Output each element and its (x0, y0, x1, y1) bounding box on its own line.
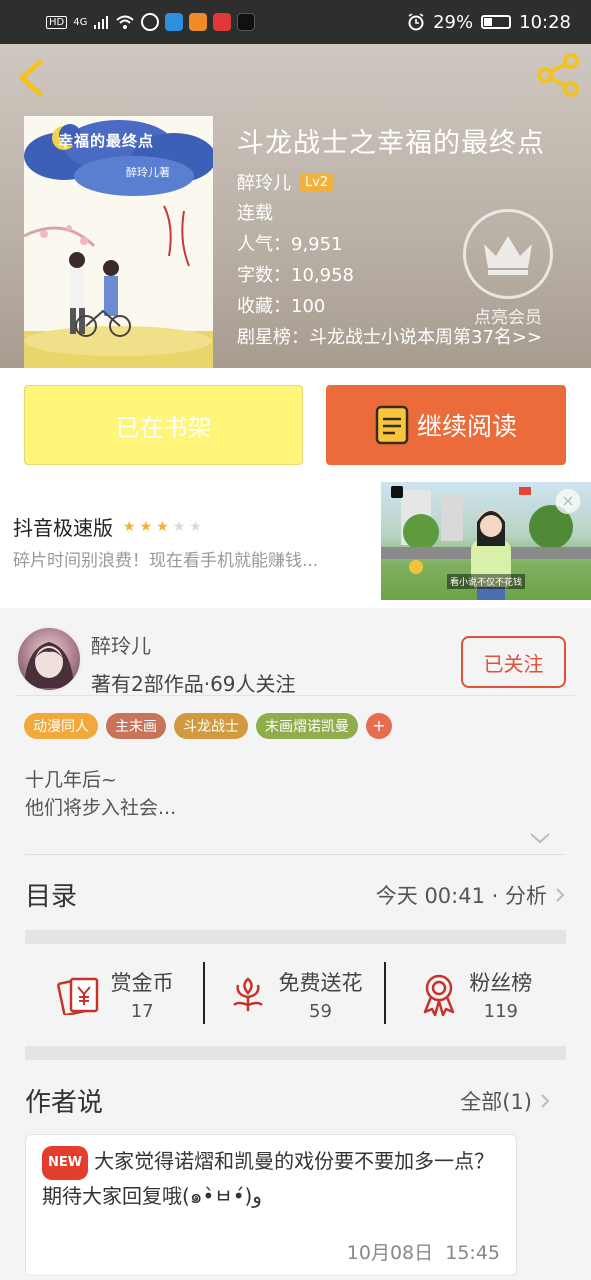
tag-item[interactable]: 主末画 (106, 713, 166, 739)
red-app-icon (213, 13, 232, 31)
cover-author: 醉玲儿著 (126, 166, 170, 179)
catalog-title: 目录 (25, 882, 78, 912)
blue-app-icon (165, 13, 184, 31)
ad-title-row: 抖音极速版 ★ ★ ★ ★ ★ (13, 512, 202, 541)
cover-illustration (24, 116, 213, 368)
ad-banner[interactable]: 抖音极速版 ★ ★ ★ ★ ★ 碎片时间别浪费！现在看手机就能赚钱... 看小说不仅不花… (0, 482, 591, 608)
catalog-update: 今天 00:41 · 分析 (376, 880, 565, 910)
battery-icon (481, 15, 512, 29)
star-icon: ★ (123, 518, 136, 535)
ad-description: 碎片时间别浪费！现在看手机就能赚钱... (13, 551, 319, 571)
chevron-right-icon (541, 1094, 550, 1108)
k-app-icon (141, 13, 160, 31)
continue-reading-label: 继续阅读 (416, 412, 517, 441)
avatar[interactable] (16, 626, 82, 692)
ad-image[interactable]: 看小说不仅不花钱 × (381, 482, 591, 600)
action-label: 粉丝榜 (469, 970, 533, 995)
wifi-icon (116, 15, 135, 29)
book-author[interactable]: 醉玲儿 (237, 169, 291, 195)
author-card[interactable]: 醉玲儿 著有2部作品·69人关注 已关注 (16, 618, 575, 696)
book-detail-main: 醉玲儿 著有2部作品·69人关注 已关注 动漫同人 主末画 斗龙战士 末画熠诺凯… (0, 608, 591, 1280)
star-icon: ★ (139, 518, 153, 535)
status-bar: HD 4G 29% 10:28 (0, 0, 591, 44)
send-flower-button[interactable]: 免费送花 59 (205, 944, 386, 1044)
network-type: 4G (73, 16, 88, 28)
chevron-down-icon[interactable] (528, 830, 552, 846)
book-header: 幸福的最终点 醉玲儿著 斗龙战士之幸福的最终点 醉玲儿 Lv2 连载 人气：9,… (0, 44, 591, 368)
fan-ranking-button[interactable]: 粉丝榜 119 (386, 944, 566, 1044)
action-label: 赏金币 (110, 970, 174, 995)
action-bar: 已在书架 继续阅读 (0, 368, 591, 482)
add-tag-button[interactable]: + (366, 713, 392, 739)
note-date: 10月08日 (346, 1242, 434, 1264)
level-badge: Lv2 (299, 173, 335, 191)
intro-line: 十几年后~ (25, 769, 117, 791)
clock: 10:28 (519, 11, 571, 33)
author-say-header[interactable]: 作者说 全部(1) (25, 1074, 550, 1124)
continue-reading-button[interactable]: 继续阅读 (326, 385, 566, 465)
book-title: 斗龙战士之幸福的最终点 (237, 128, 545, 159)
medal-icon (424, 974, 455, 1016)
flower-icon (233, 977, 264, 1011)
action-label: 免费送花 (278, 970, 363, 995)
tag-list: 动漫同人 主末画 斗龙战士 末画熠诺凯曼 + (24, 713, 392, 739)
author-note-text: NEW 大家觉得诺熠和凯曼的戏份要不要加多一点？期待大家回复哦(๑•̀ㅂ•́)و (42, 1145, 504, 1212)
new-badge: NEW (42, 1146, 89, 1180)
author-note-card[interactable]: NEW 大家觉得诺熠和凯曼的戏份要不要加多一点？期待大家回复哦(๑•̀ㅂ•́)و … (25, 1134, 517, 1276)
play-app-icon (189, 13, 208, 31)
star-icon: ★ (189, 518, 202, 535)
ad-rating: ★ ★ ★ ★ ★ (123, 519, 202, 535)
book-intro[interactable]: 十几年后~ 他们将步入社会... (25, 766, 176, 822)
crown-icon (484, 236, 532, 275)
vip-label: 点亮会员 (474, 308, 542, 328)
ad-close-button[interactable]: × (555, 488, 581, 514)
book-icon (375, 405, 409, 445)
battery-percent: 29% (433, 11, 474, 33)
author-row[interactable]: 醉玲儿 Lv2 (237, 166, 577, 198)
author-say-all-label: 全部(1) (460, 1090, 532, 1114)
cover-title: 幸福的最终点 (58, 132, 155, 150)
signal-icon (94, 16, 109, 29)
note-time: 15:45 (445, 1242, 500, 1264)
tag-item[interactable]: 斗龙战士 (174, 713, 248, 739)
reward-coins-button[interactable]: 赏金币 17 (25, 944, 206, 1044)
intro-line: 他们将步入社会... (25, 797, 177, 819)
author-name[interactable]: 醉玲儿 (91, 630, 151, 659)
catalog-update-text: 今天 00:41 · 分析 (375, 884, 547, 908)
ad-app-name: 抖音极速版 (13, 516, 113, 540)
chevron-right-icon (556, 888, 565, 902)
ad-caption: 看小说不仅不花钱 (447, 574, 526, 589)
book-cover[interactable]: 幸福的最终点 醉玲儿著 (24, 116, 213, 368)
note-timestamp: 10月08日 15:45 (347, 1238, 500, 1265)
author-stats: 著有2部作品·69人关注 (91, 672, 296, 696)
alarm-icon (408, 13, 424, 31)
tiktok-icon (237, 13, 256, 31)
divider (25, 854, 565, 855)
section-divider (25, 1046, 566, 1060)
star-icon: ★ (156, 518, 169, 535)
note-content: 大家觉得诺熠和凯曼的戏份要不要加多一点？期待大家回复哦(๑•̀ㅂ•́)و (42, 1149, 495, 1208)
hd-indicator: HD (46, 15, 68, 29)
star-icon: ★ (172, 518, 186, 535)
coin-gift-icon (56, 977, 98, 1015)
action-count: 119 (483, 1000, 518, 1022)
tag-item[interactable]: 末画熠诺凯曼 (256, 713, 358, 739)
author-say-title: 作者说 (25, 1088, 104, 1118)
vip-button[interactable]: 点亮会员 (463, 209, 553, 328)
section-divider (25, 930, 566, 944)
share-icon[interactable] (535, 52, 581, 98)
action-count: 17 (130, 1000, 154, 1022)
follow-button[interactable]: 已关注 (461, 636, 566, 688)
action-count: 59 (309, 1000, 332, 1022)
author-say-all[interactable]: 全部(1) (460, 1086, 550, 1116)
catalog-row[interactable]: 目录 今天 00:41 · 分析 (25, 864, 565, 924)
tag-item[interactable]: 动漫同人 (24, 713, 98, 739)
in-shelf-button[interactable]: 已在书架 (24, 385, 303, 465)
crown-circle (463, 209, 553, 299)
back-icon[interactable] (14, 58, 48, 98)
reader-actions: 赏金币 17 免费送花 59 粉丝榜 119 (25, 944, 566, 1044)
avatar-image (24, 642, 74, 688)
